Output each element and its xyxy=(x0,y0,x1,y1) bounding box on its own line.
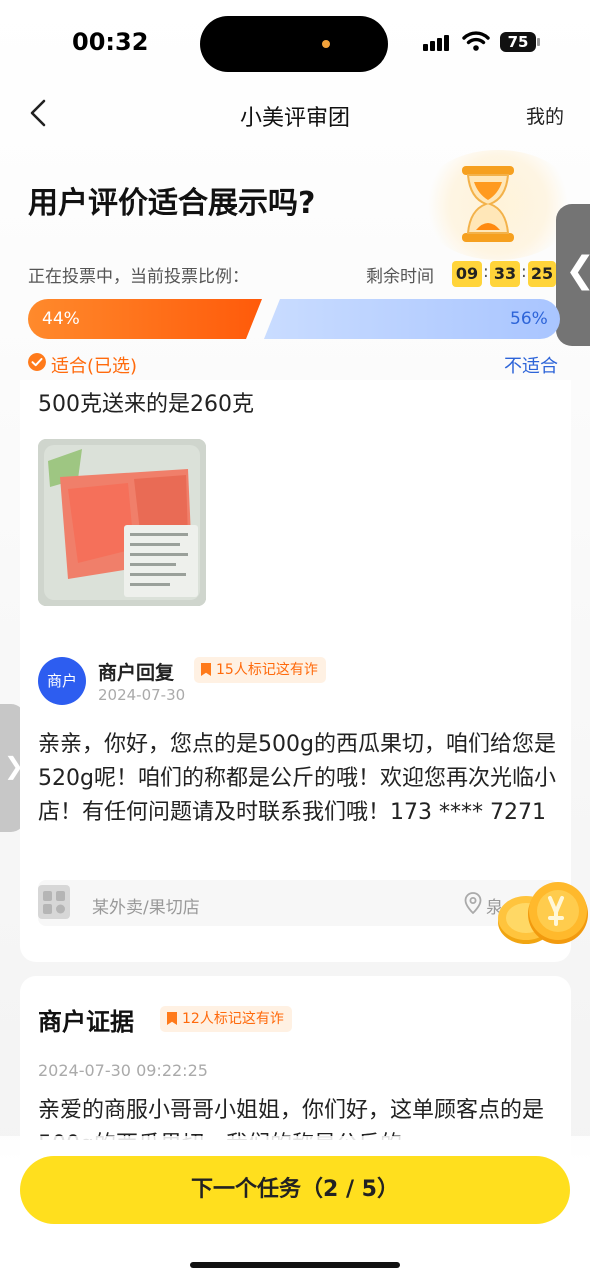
shop-name: 某外卖/果切店 xyxy=(92,898,200,918)
dynamic-island xyxy=(200,16,388,72)
vote-percent-suitable: 44% xyxy=(42,309,80,329)
side-drawer-tab-right[interactable]: ❮ xyxy=(556,204,590,346)
flag-icon xyxy=(167,1012,177,1025)
home-indicator[interactable] xyxy=(190,1262,400,1268)
watermelon-package-image xyxy=(38,439,206,606)
battery-indicator: 75 xyxy=(500,32,536,52)
fraud-mark-tag[interactable]: 12人标记这有诈 xyxy=(160,1006,292,1032)
review-photo[interactable] xyxy=(38,439,206,606)
shop-icon xyxy=(38,885,70,919)
wifi-icon xyxy=(462,31,490,51)
vote-percent-unsuitable: 56% xyxy=(510,309,548,329)
timer-separator: : xyxy=(521,262,527,282)
location-pin-icon xyxy=(464,892,482,914)
option-suitable[interactable]: 适合(已选) xyxy=(51,352,137,378)
fraud-mark-label: 12人标记这有诈 xyxy=(182,1011,284,1027)
chevron-left-icon: ❮ xyxy=(565,250,590,291)
timer-separator: : xyxy=(483,262,489,282)
page-title: 小美评审团 xyxy=(239,106,350,131)
check-circle-icon xyxy=(28,353,46,371)
merchant-evidence-title: 商户证据 xyxy=(38,1008,134,1036)
remaining-time-label: 剩余时间 xyxy=(366,267,434,287)
fraud-mark-label: 15人标记这有诈 xyxy=(216,662,318,678)
timer-minutes: 33 xyxy=(490,261,520,287)
vote-status-text: 正在投票中，当前投票比例： xyxy=(28,267,249,287)
battery-tip xyxy=(537,38,540,46)
timer-hours: 09 xyxy=(452,261,482,287)
merchant-evidence-body: 亲爱的商服小哥哥小姐姐，你们好，这单顾客点的是500g的西瓜果切，我们的称是公斤… xyxy=(38,1098,545,1140)
merchant-evidence-date: 2024-07-30 09:22:25 xyxy=(38,1061,208,1080)
merchant-reply-title: 商户回复 xyxy=(98,662,175,684)
status-time: 00:32 xyxy=(72,28,149,56)
privacy-indicator-dot xyxy=(322,40,330,48)
timer-seconds: 25 xyxy=(528,261,556,287)
merchant-avatar: 商户 xyxy=(38,657,86,705)
review-text: 500克送来的是260克 xyxy=(38,392,254,417)
fraud-mark-tag[interactable]: 15人标记这有诈 xyxy=(194,657,326,683)
merchant-reply-body: 亲亲，你好，您点的是500g的西瓜果切，咱们给您是520g呢！咱们的称都是公斤的… xyxy=(38,732,556,825)
question-heading: 用户评价适合展示吗? xyxy=(28,186,316,221)
merchant-reply-date: 2024-07-30 xyxy=(98,686,186,704)
hourglass-icon xyxy=(462,166,514,242)
cellular-signal-icon xyxy=(423,33,455,51)
next-task-button[interactable]: 下一个任务（2 / 5） xyxy=(20,1156,570,1224)
mine-link[interactable]: 我的 xyxy=(526,102,564,129)
flag-icon xyxy=(201,663,211,676)
option-unsuitable[interactable]: 不适合 xyxy=(504,352,558,378)
coin-icon[interactable] xyxy=(496,878,590,956)
